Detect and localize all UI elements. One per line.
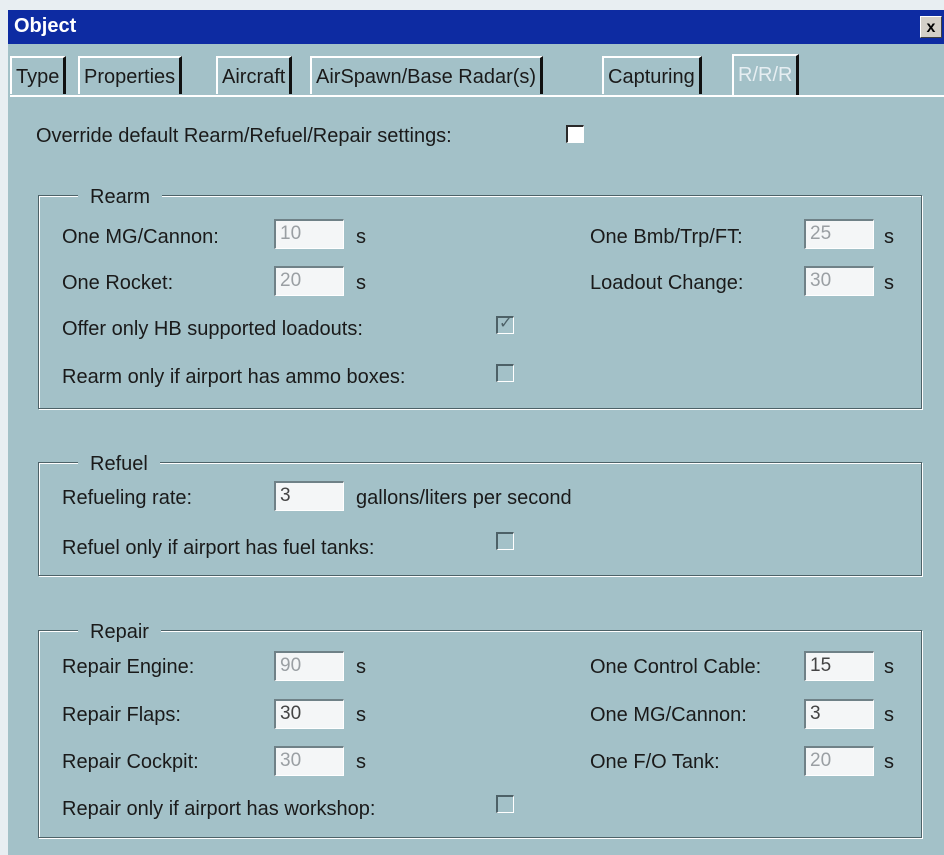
checkmark-icon: ✓: [499, 315, 513, 332]
tab-type[interactable]: Type: [10, 56, 67, 94]
rearm-bmb-trp-ft-label: One Bmb/Trp/FT:: [590, 226, 743, 248]
repair-group-title: Repair: [78, 621, 161, 644]
repair-mg-cannon-input[interactable]: 3: [804, 699, 874, 729]
repair-engine-label: Repair Engine:: [62, 656, 195, 678]
hb-loadouts-label: Offer only HB supported loadouts:: [62, 318, 363, 340]
repair-mg-cannon-label: One MG/Cannon:: [590, 704, 747, 726]
hb-loadouts-checkbox[interactable]: ✓: [496, 315, 514, 334]
control-cable-label: One Control Cable:: [590, 656, 762, 678]
ammo-boxes-checkbox[interactable]: [496, 364, 514, 382]
rearm-loadout-change-unit: s: [884, 272, 894, 294]
refueling-rate-label: Refueling rate:: [62, 487, 193, 509]
rearm-rocket-label: One Rocket:: [62, 272, 174, 294]
fuel-tanks-checkbox[interactable]: [496, 532, 514, 550]
close-icon: x: [926, 19, 936, 36]
workshop-checkbox[interactable]: [496, 795, 514, 813]
tab-aircraft[interactable]: Aircraft: [216, 56, 293, 94]
refueling-rate-unit: gallons/liters per second: [356, 487, 572, 509]
workshop-label: Repair only if airport has workshop:: [62, 798, 376, 820]
window-left-edge: [0, 10, 8, 855]
rearm-loadout-change-input[interactable]: 30: [804, 266, 874, 296]
rearm-mg-cannon-label: One MG/Cannon:: [62, 226, 219, 248]
rearm-bmb-trp-ft-unit: s: [884, 226, 894, 248]
close-button[interactable]: x: [920, 16, 942, 38]
fo-tank-input[interactable]: 20: [804, 746, 874, 776]
fuel-tanks-label: Refuel only if airport has fuel tanks:: [62, 537, 375, 559]
repair-flaps-unit: s: [356, 704, 366, 726]
tab-airspawn-base-radar[interactable]: AirSpawn/Base Radar(s): [310, 56, 544, 94]
repair-cockpit-input[interactable]: 30: [274, 746, 344, 776]
tab-properties[interactable]: Properties: [78, 56, 183, 94]
title-bar: Object x: [8, 10, 944, 44]
override-checkbox[interactable]: [566, 125, 584, 143]
tab-rrr[interactable]: R/R/R: [732, 54, 800, 96]
fo-tank-label: One F/O Tank:: [590, 751, 720, 773]
rearm-loadout-change-label: Loadout Change:: [590, 272, 744, 294]
control-cable-input[interactable]: 15: [804, 651, 874, 681]
rearm-bmb-trp-ft-input[interactable]: 25: [804, 219, 874, 249]
repair-engine-input[interactable]: 90: [274, 651, 344, 681]
refuel-group-title: Refuel: [78, 453, 160, 476]
rearm-rocket-unit: s: [356, 272, 366, 294]
repair-flaps-input[interactable]: 30: [274, 699, 344, 729]
fo-tank-unit: s: [884, 751, 894, 773]
rearm-rocket-input[interactable]: 20: [274, 266, 344, 296]
ammo-boxes-label: Rearm only if airport has ammo boxes:: [62, 366, 406, 388]
rearm-mg-cannon-unit: s: [356, 226, 366, 248]
tab-capturing[interactable]: Capturing: [602, 56, 702, 94]
repair-engine-unit: s: [356, 656, 366, 678]
tab-underline: [10, 95, 944, 97]
control-cable-unit: s: [884, 656, 894, 678]
screen-top-edge: [0, 0, 944, 10]
repair-cockpit-unit: s: [356, 751, 366, 773]
override-label: Override default Rearm/Refuel/Repair set…: [36, 125, 452, 147]
repair-mg-cannon-unit: s: [884, 704, 894, 726]
refueling-rate-input[interactable]: 3: [274, 481, 344, 511]
rearm-group-title: Rearm: [78, 186, 163, 209]
rearm-mg-cannon-input[interactable]: 10: [274, 219, 344, 249]
window-title: Object: [14, 15, 77, 37]
repair-flaps-label: Repair Flaps:: [62, 704, 181, 726]
repair-cockpit-label: Repair Cockpit:: [62, 751, 199, 773]
